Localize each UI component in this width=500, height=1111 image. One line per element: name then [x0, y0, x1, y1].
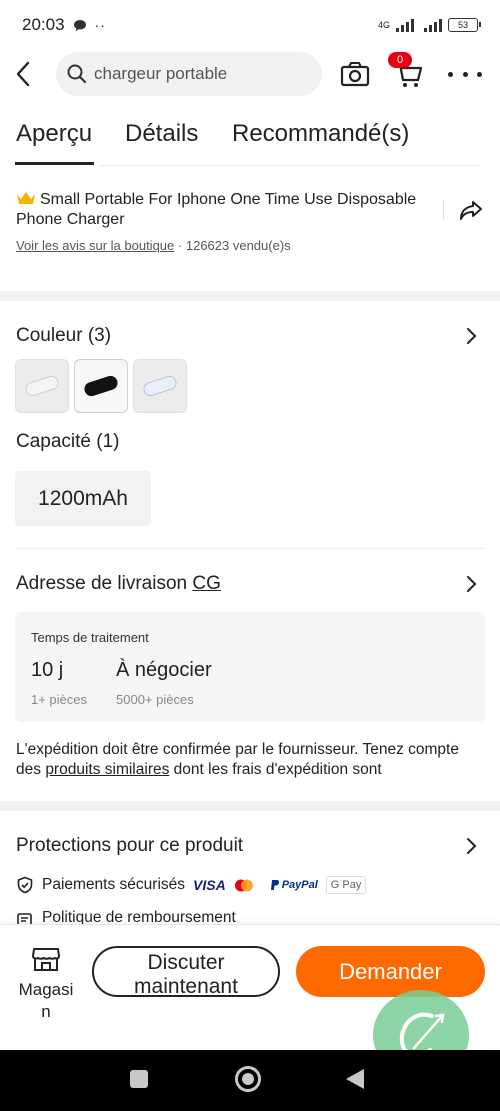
- back-arrow-icon[interactable]: [12, 58, 36, 90]
- divider: [16, 548, 484, 549]
- processing-time-label: Temps de traitement: [31, 630, 149, 645]
- shield-check-icon: [17, 876, 33, 894]
- refund-policy-row: Politique de remboursement: [16, 908, 236, 924]
- mastercard-logo: [234, 876, 262, 894]
- refund-icon: [17, 913, 32, 924]
- search-query: chargeur portable: [94, 64, 228, 83]
- power-bank-image: [82, 374, 120, 398]
- visa-logo: VISA: [193, 877, 226, 893]
- header: chargeur portable 0: [0, 50, 500, 98]
- signal-icon: [396, 18, 414, 32]
- system-navigation-bar: [0, 1050, 500, 1111]
- tab-bar: Aperçu Détails Recommandé(s): [0, 110, 500, 166]
- section-separator: [0, 801, 500, 811]
- secure-payments-label: Paiements sécurisés: [42, 876, 186, 893]
- power-bank-image: [141, 374, 179, 398]
- back-triangle-icon[interactable]: [346, 1069, 364, 1089]
- active-tab-indicator: [15, 162, 94, 165]
- sold-count: 126623 vendu(e)s: [185, 238, 291, 253]
- status-time: 20:03: [22, 15, 65, 34]
- color-swatch-white[interactable]: [15, 359, 69, 413]
- crown-icon: [17, 192, 35, 204]
- search-input[interactable]: chargeur portable: [56, 52, 322, 96]
- color-swatch-white-blue[interactable]: [133, 359, 187, 413]
- product-title-block: Small Portable For Iphone One Time Use D…: [16, 190, 426, 230]
- meta-separator: ·: [177, 238, 183, 253]
- shipping-note-text-end: dont les frais d'expédition sont: [169, 761, 382, 778]
- color-section-title[interactable]: Couleur (3): [16, 325, 111, 347]
- capacity-option[interactable]: 1200mAh: [15, 471, 151, 526]
- color-swatch-black[interactable]: [74, 359, 128, 413]
- product-meta: Voir les avis sur la boutique · 126623 v…: [16, 238, 291, 253]
- store-icon: [32, 948, 60, 971]
- similar-products-link[interactable]: produits similaires: [45, 761, 169, 778]
- chat-now-button[interactable]: Discuter maintenant: [92, 946, 280, 997]
- chevron-right-icon[interactable]: [464, 327, 478, 345]
- gpay-logo: G Pay: [325, 876, 367, 894]
- inquire-button[interactable]: Demander: [296, 946, 485, 997]
- title-divider: [443, 200, 444, 220]
- delivery-address-title[interactable]: Adresse de livraison CG: [16, 573, 221, 595]
- status-bar: 20:03 ·· 4G 53: [0, 0, 500, 50]
- cart-count-badge: 0: [388, 52, 412, 68]
- processing-negotiate: À négocier: [116, 659, 212, 681]
- delivery-label: Adresse de livraison: [16, 573, 188, 594]
- reviews-link[interactable]: Voir les avis sur la boutique: [16, 238, 174, 253]
- recent-apps-icon[interactable]: [130, 1070, 148, 1088]
- processing-days-qty: 1+ pièces: [31, 692, 88, 707]
- capacity-section-title: Capacité (1): [16, 431, 120, 452]
- share-icon[interactable]: [458, 198, 484, 222]
- tab-recommandes[interactable]: Recommandé(s): [232, 120, 409, 148]
- refund-policy-label: Politique de remboursement: [42, 909, 236, 924]
- section-separator: [0, 291, 500, 301]
- secure-payments-row: Paiements sécurisés VISA PayPal G Pay: [16, 876, 367, 894]
- search-icon: [67, 64, 87, 84]
- protections-title[interactable]: Protections pour ce produit: [16, 835, 243, 857]
- battery-icon: 53: [448, 18, 481, 32]
- processing-days: 10 j: [31, 659, 64, 681]
- home-icon[interactable]: [235, 1066, 261, 1092]
- power-bank-image: [23, 374, 61, 398]
- tabs-divider: [100, 165, 480, 166]
- shipping-note: L'expédition doit être confirmée par le …: [16, 740, 488, 780]
- delivery-country-code[interactable]: CG: [192, 573, 221, 594]
- camera-search-icon[interactable]: [340, 60, 370, 88]
- network-type: 4G: [377, 20, 390, 30]
- chevron-right-icon[interactable]: [464, 837, 478, 855]
- more-notifications-icon: ··: [94, 17, 106, 33]
- signal-icon-2: [424, 18, 442, 32]
- store-button[interactable]: Magasin: [10, 945, 82, 1023]
- store-label: Magasin: [18, 980, 74, 1021]
- product-title: Small Portable For Iphone One Time Use D…: [16, 191, 417, 228]
- processing-negotiate-qty: 5000+ pièces: [116, 692, 194, 707]
- chevron-right-icon[interactable]: [464, 575, 478, 593]
- tab-apercu[interactable]: Aperçu: [16, 120, 92, 148]
- more-options-icon[interactable]: [448, 60, 482, 88]
- processing-time-card: Temps de traitement 10 j 1+ pièces À nég…: [15, 612, 485, 722]
- tab-details[interactable]: Détails: [125, 120, 198, 148]
- paypal-logo: PayPal: [270, 876, 318, 894]
- chat-bubble-icon: [73, 19, 86, 31]
